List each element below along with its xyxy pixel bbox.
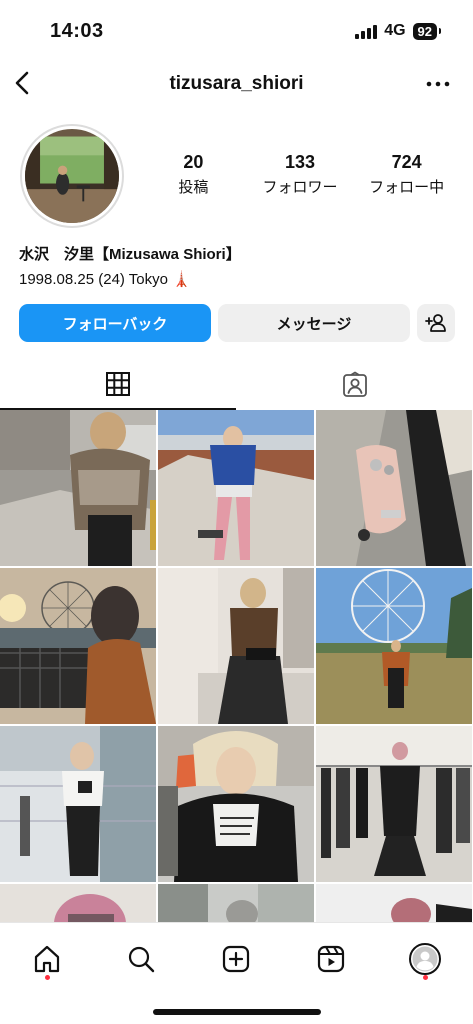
nav-reels[interactable] xyxy=(309,937,353,981)
post-thumbnail[interactable] xyxy=(0,568,156,724)
post-thumbnail[interactable] xyxy=(316,568,472,724)
network-label: 4G xyxy=(384,22,406,39)
profile-actions: フォローバック メッセージ xyxy=(19,304,455,342)
post-thumbnail[interactable] xyxy=(158,884,314,922)
search-icon xyxy=(128,946,155,973)
avatar-image xyxy=(25,129,119,223)
tagged-person-icon xyxy=(343,371,367,397)
home-notification-dot xyxy=(45,975,50,980)
tab-tagged[interactable] xyxy=(237,360,473,410)
post-thumbnail[interactable] xyxy=(0,884,156,922)
post-thumbnail[interactable] xyxy=(0,726,156,882)
profile-bio: 水沢 汐里【Mizusawa Shiori】 1998.08.25 (24) T… xyxy=(19,243,459,288)
status-bar: 14:03 4G 92 xyxy=(0,0,473,60)
posts-grid xyxy=(0,410,473,922)
profile-tabs xyxy=(0,360,473,410)
post-thumbnail[interactable] xyxy=(0,410,156,566)
status-indicators: 4G 92 xyxy=(355,22,442,40)
profile-notification-dot xyxy=(423,975,428,980)
suggest-people-button[interactable] xyxy=(417,304,455,342)
home-icon xyxy=(34,945,60,973)
stat-following-label: フォロー中 xyxy=(369,179,445,196)
profile-summary: 20 投稿 133 フォロワー 724 フォロー中 xyxy=(0,122,473,228)
grid-icon xyxy=(106,372,130,396)
stat-posts[interactable]: 20 投稿 xyxy=(143,152,243,197)
display-name: 水沢 汐里【Mizusawa Shiori】 xyxy=(19,246,241,263)
post-thumbnail[interactable] xyxy=(158,568,314,724)
post-thumbnail[interactable] xyxy=(158,410,314,566)
bottom-navigation xyxy=(0,922,473,1024)
battery-icon: 92 xyxy=(412,22,442,40)
stat-followers-count: 133 xyxy=(284,152,315,172)
status-time: 14:03 xyxy=(50,20,104,42)
stat-followers[interactable]: 133 フォロワー xyxy=(250,152,350,197)
post-thumbnail[interactable] xyxy=(158,726,314,882)
more-horizontal-icon xyxy=(426,81,450,87)
nav-create[interactable] xyxy=(214,937,258,981)
home-indicator[interactable] xyxy=(153,1009,321,1015)
add-person-icon xyxy=(425,314,446,332)
profile-avatar-icon xyxy=(409,943,441,975)
stat-followers-label: フォロワー xyxy=(262,179,338,196)
stat-following-count: 724 xyxy=(391,152,422,172)
profile-avatar[interactable] xyxy=(20,124,124,228)
more-options-button[interactable] xyxy=(425,72,451,96)
post-thumbnail[interactable] xyxy=(316,726,472,882)
stat-posts-count: 20 xyxy=(183,152,204,172)
signal-icon xyxy=(355,23,378,39)
stat-posts-label: 投稿 xyxy=(178,179,209,196)
follow-back-button[interactable]: フォローバック xyxy=(19,304,211,342)
post-thumbnail[interactable] xyxy=(316,410,472,566)
profile-username: tizusara_shiori xyxy=(169,73,304,94)
nav-search[interactable] xyxy=(119,937,163,981)
bio-text: 1998.08.25 (24) Tokyo 🗼 xyxy=(19,271,191,288)
message-button[interactable]: メッセージ xyxy=(218,304,410,342)
post-thumbnail[interactable] xyxy=(316,884,472,922)
reels-icon xyxy=(317,945,345,973)
profile-stats: 20 投稿 133 フォロワー 724 フォロー中 xyxy=(140,152,460,197)
stat-following[interactable]: 724 フォロー中 xyxy=(357,152,457,197)
tab-posts-grid[interactable] xyxy=(0,360,236,410)
create-post-icon xyxy=(222,945,250,973)
profile-header: tizusara_shiori xyxy=(0,64,473,104)
